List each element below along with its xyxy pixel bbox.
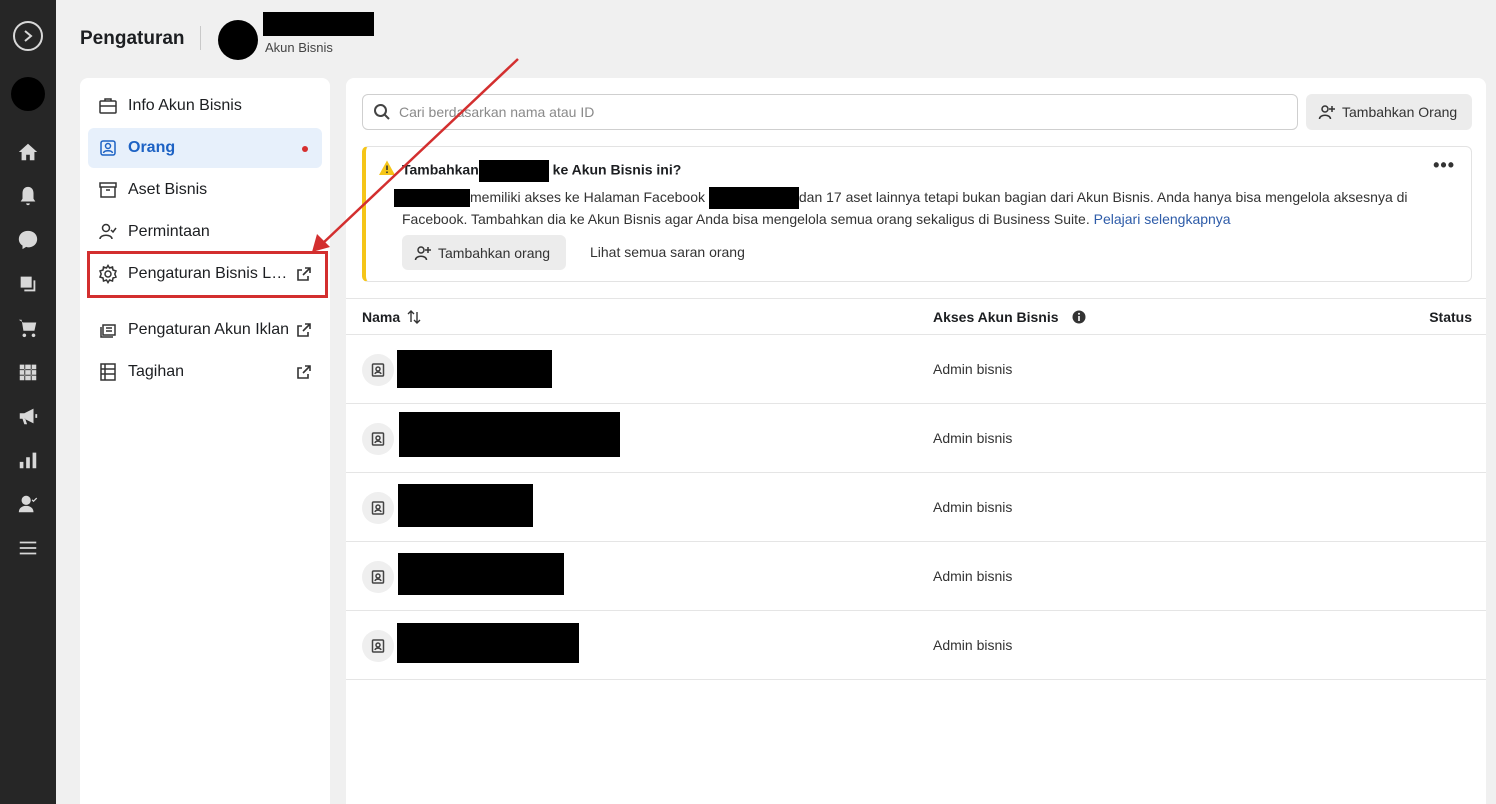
access-level: Admin bisnis [933, 568, 1013, 584]
page-name-redacted [708, 187, 799, 210]
meta-business-logo-icon[interactable] [13, 21, 43, 51]
banner-description: memiliki akses ke Halaman Facebook dan 1… [394, 187, 1442, 229]
calendar-icon[interactable] [16, 360, 40, 384]
account-type-label: Akun Bisnis [265, 40, 333, 55]
sidebar-item-requests[interactable]: Permintaan [88, 212, 322, 252]
see-all-suggestions-link[interactable]: Lihat semua saran orang [590, 244, 745, 260]
billing-icon [96, 360, 120, 384]
column-header-status: Status [1429, 309, 1472, 325]
person-icon[interactable] [16, 492, 40, 516]
menu-icon[interactable] [16, 536, 40, 560]
person-badge-icon [362, 423, 394, 455]
access-level: Admin bisnis [933, 499, 1013, 515]
search-icon [374, 104, 390, 120]
banner-title-suffix: ke Akun Bisnis ini? [552, 161, 682, 178]
external-link-icon [296, 322, 312, 338]
external-link-icon [296, 364, 312, 380]
business-avatar[interactable] [218, 20, 258, 60]
sidebar-item-business-assets[interactable]: Aset Bisnis [88, 170, 322, 210]
info-icon[interactable] [1071, 309, 1087, 325]
person-badge-icon [362, 354, 394, 386]
megaphone-icon[interactable] [16, 404, 40, 428]
business-name-redacted [263, 12, 374, 36]
cart-icon[interactable] [16, 316, 40, 340]
settings-sidebar: Info Akun Bisnis Orang Aset Bisnis Permi… [80, 78, 330, 804]
annotation-highlight-box [87, 251, 328, 298]
person-badge-icon [362, 630, 394, 662]
table-row[interactable]: Admin bisnis [346, 542, 1486, 611]
notification-dot [302, 146, 308, 152]
sidebar-item-business-info[interactable]: Info Akun Bisnis [88, 86, 322, 126]
add-people-label: Tambahkan Orang [1342, 104, 1458, 120]
table-row[interactable]: Admin bisnis [346, 404, 1486, 473]
pages-icon[interactable] [16, 272, 40, 296]
person-name-redacted [394, 189, 470, 208]
home-icon[interactable] [16, 140, 40, 164]
banner-title-prefix: Tambahkan [402, 161, 479, 178]
page-title: Pengaturan [80, 28, 185, 49]
table-row[interactable]: Admin bisnis [346, 473, 1486, 542]
account-avatar[interactable] [11, 77, 45, 111]
column-header-name[interactable]: Nama [362, 309, 422, 325]
person-name-redacted [398, 553, 564, 595]
briefcase-icon [96, 94, 120, 118]
more-options-icon[interactable]: ••• [1433, 155, 1455, 176]
person-name-redacted [478, 160, 549, 182]
warning-icon [379, 160, 395, 175]
person-badge-icon [362, 492, 394, 524]
add-person-icon [1318, 105, 1335, 120]
add-people-button[interactable]: Tambahkan Orang [1306, 94, 1472, 130]
sidebar-item-ad-account-settings[interactable]: Pengaturan Akun Iklan [88, 310, 322, 350]
insights-icon[interactable] [16, 448, 40, 472]
people-table-header: Nama Akses Akun Bisnis Status [346, 298, 1486, 335]
sort-icon[interactable] [406, 309, 422, 325]
suggestion-banner: Tambahkan ke Akun Bisnis ini? ••• memili… [362, 146, 1472, 282]
table-row[interactable]: Admin bisnis [346, 335, 1486, 404]
access-level: Admin bisnis [933, 430, 1013, 446]
access-level: Admin bisnis [933, 361, 1013, 377]
chat-icon[interactable] [16, 228, 40, 252]
archive-icon [96, 178, 120, 202]
access-level: Admin bisnis [933, 637, 1013, 653]
column-status-label: Status [1429, 309, 1472, 325]
left-rail [0, 0, 56, 804]
search-field[interactable] [362, 94, 1298, 130]
person-name-redacted [398, 484, 533, 527]
bell-icon[interactable] [16, 184, 40, 208]
person-name-redacted [397, 623, 579, 663]
banner-title: Tambahkan ke Akun Bisnis ini? [402, 160, 681, 182]
learn-more-link[interactable]: Pelajari selengkapnya [1094, 211, 1231, 227]
header-divider [200, 26, 201, 50]
person-name-redacted [399, 412, 620, 457]
column-access-label: Akses Akun Bisnis [933, 309, 1059, 325]
people-icon [96, 136, 120, 160]
add-person-banner-button[interactable]: Tambahkan orang [402, 235, 567, 270]
add-person-banner-label: Tambahkan orang [438, 244, 551, 261]
person-badge-icon [362, 561, 394, 593]
person-name-redacted [397, 350, 552, 388]
sidebar-item-label: Permintaan [128, 223, 210, 240]
add-person-icon [414, 245, 431, 260]
sidebar-item-label: Info Akun Bisnis [128, 97, 242, 114]
sidebar-item-label: Orang [128, 139, 176, 156]
column-header-business-access: Akses Akun Bisnis [933, 309, 1087, 325]
column-name-label: Nama [362, 309, 401, 325]
sidebar-item-label: Aset Bisnis [128, 181, 208, 198]
ads-icon [96, 318, 120, 342]
person-check-icon [96, 220, 120, 244]
sidebar-item-label: Pengaturan Akun Iklan [128, 321, 290, 338]
banner-text-part1: memiliki akses ke Halaman Facebook [470, 189, 705, 205]
sidebar-item-label: Tagihan [128, 363, 185, 380]
people-panel: Tambahkan Orang Tambahkan ke Akun Bisnis… [346, 78, 1486, 804]
sidebar-item-billing[interactable]: Tagihan [88, 352, 322, 392]
table-row[interactable]: Admin bisnis [346, 611, 1486, 680]
sidebar-item-people[interactable]: Orang [88, 128, 322, 168]
search-input[interactable] [399, 104, 1279, 120]
